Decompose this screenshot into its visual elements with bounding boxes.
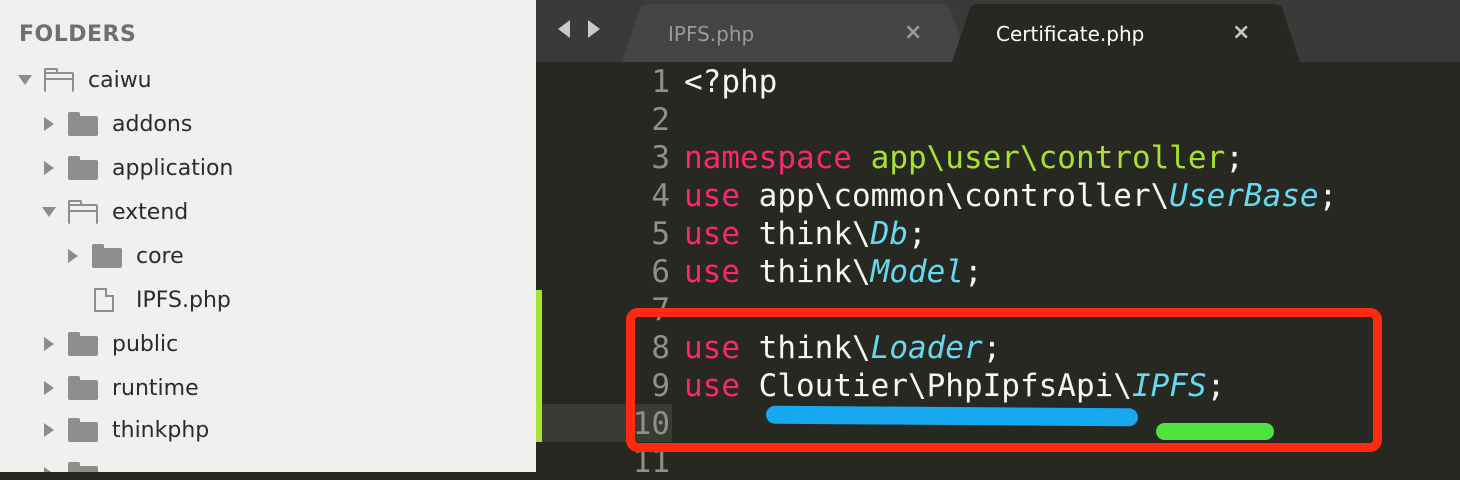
tree-item-public[interactable]: public bbox=[0, 322, 536, 366]
folder-icon bbox=[68, 156, 98, 180]
chevron-down-icon[interactable] bbox=[42, 207, 56, 217]
semicolon: ; bbox=[1318, 178, 1338, 214]
sidebar: FOLDERS caiwu addons application extend … bbox=[0, 0, 536, 472]
semicolon: ; bbox=[907, 216, 927, 252]
line-number: 4 bbox=[651, 178, 670, 214]
php-open-tag: <?php bbox=[684, 64, 778, 100]
chevron-right-icon[interactable] bbox=[44, 161, 54, 175]
line-number: 2 bbox=[651, 102, 670, 138]
folder-open-icon bbox=[68, 200, 98, 224]
tree-item-addons[interactable]: addons bbox=[0, 102, 536, 146]
code-line-3: namespace app\user\controller; bbox=[684, 140, 1244, 176]
folder-open-icon bbox=[44, 68, 74, 92]
tree-item-thinkphp[interactable]: thinkphp bbox=[0, 408, 536, 452]
line-number: 5 bbox=[651, 216, 670, 252]
sidebar-header: FOLDERS bbox=[19, 22, 137, 47]
nav-back-icon[interactable] bbox=[558, 20, 570, 38]
file-icon bbox=[94, 288, 114, 312]
code-line-1: <?php bbox=[684, 64, 777, 100]
folder-icon bbox=[68, 332, 98, 356]
line-number: 1 bbox=[651, 64, 670, 100]
folder-icon bbox=[68, 418, 98, 442]
tree-item-runtime[interactable]: runtime bbox=[0, 366, 536, 410]
tree-item-label: core bbox=[136, 243, 184, 269]
namespace-name: app\user\controller bbox=[870, 140, 1226, 176]
semicolon: ; bbox=[963, 254, 983, 290]
tree-item-partial[interactable] bbox=[0, 452, 536, 472]
folder-icon bbox=[68, 376, 98, 400]
folder-icon bbox=[68, 112, 98, 136]
close-icon[interactable]: × bbox=[1232, 20, 1250, 45]
tree-item-core[interactable]: core bbox=[0, 234, 536, 278]
folder-icon bbox=[68, 462, 98, 472]
tab-label: IPFS.php bbox=[668, 22, 755, 46]
class-name: Model bbox=[870, 254, 964, 290]
import-path: think\ bbox=[758, 254, 871, 290]
semicolon: ; bbox=[1225, 140, 1244, 176]
folder-icon bbox=[92, 244, 122, 268]
green-underline-annotation bbox=[1156, 423, 1274, 440]
keyword: use bbox=[684, 254, 740, 290]
tree-item-label: application bbox=[112, 155, 234, 181]
keyword: use bbox=[684, 216, 740, 252]
class-name: UserBase bbox=[1169, 178, 1319, 214]
code-line-5: use think\Db; bbox=[684, 216, 927, 252]
tree-item-label: extend bbox=[112, 199, 189, 225]
import-path: think\ bbox=[758, 216, 871, 252]
tree-item-label: thinkphp bbox=[112, 417, 210, 443]
tree-item-label: runtime bbox=[112, 375, 199, 401]
tree-item-label: caiwu bbox=[88, 67, 152, 93]
keyword: namespace bbox=[684, 140, 852, 176]
chevron-right-icon[interactable] bbox=[68, 249, 78, 263]
chevron-right-icon[interactable] bbox=[44, 423, 54, 437]
tree-item-label: addons bbox=[112, 111, 193, 137]
tree-item-ipfs-php[interactable]: IPFS.php bbox=[0, 278, 536, 322]
chevron-right-icon[interactable] bbox=[44, 381, 54, 395]
tab-label: Certificate.php bbox=[996, 22, 1145, 46]
tree-item-extend[interactable]: extend bbox=[0, 190, 536, 234]
code-line-6: use think\Model; bbox=[684, 254, 983, 290]
blue-underline-annotation bbox=[765, 405, 1139, 427]
line-number: 3 bbox=[651, 140, 670, 176]
code-line-4: use app\common\controller\UserBase; bbox=[684, 178, 1337, 214]
chevron-right-icon[interactable] bbox=[44, 467, 54, 472]
tab-certificate-php[interactable]: Certificate.php × bbox=[952, 4, 1300, 62]
import-path: app\common\controller\ bbox=[758, 178, 1170, 214]
tree-item-label: public bbox=[112, 331, 179, 357]
tree-item-caiwu[interactable]: caiwu bbox=[0, 58, 536, 102]
tree-item-application[interactable]: application bbox=[0, 146, 536, 190]
tab-ipfs-php[interactable]: IPFS.php × bbox=[622, 4, 968, 62]
close-icon[interactable]: × bbox=[904, 20, 922, 45]
keyword: use bbox=[684, 178, 740, 214]
class-name: Db bbox=[870, 216, 908, 252]
line-number: 6 bbox=[651, 254, 670, 290]
chevron-right-icon[interactable] bbox=[44, 117, 54, 131]
tree-item-label: IPFS.php bbox=[136, 287, 231, 313]
chevron-right-icon[interactable] bbox=[44, 337, 54, 351]
chevron-down-icon[interactable] bbox=[18, 75, 32, 85]
nav-forward-icon[interactable] bbox=[588, 20, 600, 38]
